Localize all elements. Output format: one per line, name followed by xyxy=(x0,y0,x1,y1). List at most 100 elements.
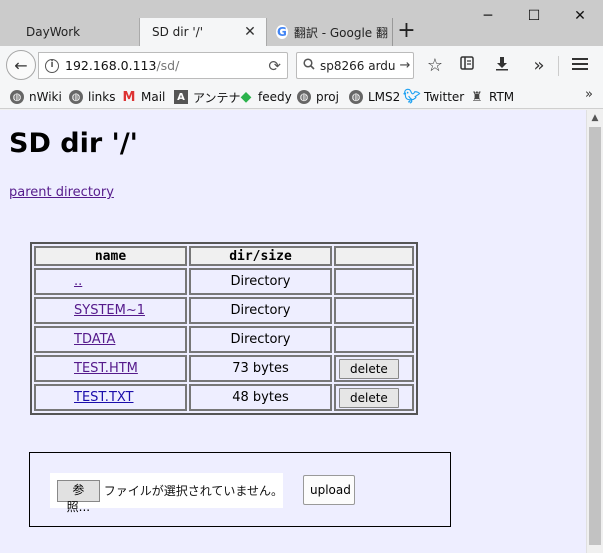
twitter-icon: 🐦︎ xyxy=(403,89,421,105)
star-icon: ☆ xyxy=(426,54,444,76)
size-cell: 73 bytes xyxy=(189,355,332,382)
vertical-scrollbar[interactable]: ▲ xyxy=(586,110,603,553)
navigation-toolbar: ← i 192.168.0.113/sd/ ⟳ sp8266 ardu → ☆ … xyxy=(0,46,603,84)
library-icon xyxy=(459,55,475,76)
delete-button[interactable]: delete xyxy=(339,358,399,379)
file-input[interactable]: 参照... ファイルが選択されていません。 xyxy=(50,473,283,514)
size-cell: Directory xyxy=(189,297,332,324)
antenna-icon: A xyxy=(174,90,188,104)
bookmark-antenna[interactable]: A アンテナ xyxy=(174,88,241,106)
tab-strip: DayWork SD dir '/' ✕ G 翻訳 - Google 翻 + ─… xyxy=(0,0,603,46)
more-bookmarks-icon[interactable]: » xyxy=(585,87,593,102)
parent-directory-link[interactable]: parent directory xyxy=(9,185,114,200)
table-row: SYSTEM~1 Directory xyxy=(34,297,414,324)
bookmark-label: nWiki xyxy=(29,90,62,104)
hamburger-icon xyxy=(572,55,588,76)
feedly-icon: ◆ xyxy=(240,89,252,105)
bookmark-label: Mail xyxy=(141,90,166,104)
globe-icon: ◍ xyxy=(10,90,24,104)
tab-label: DayWork xyxy=(26,25,81,39)
file-listing-table: name dir/size .. Directory SYSTEM~1 Dire… xyxy=(30,242,418,415)
upload-button[interactable]: upload xyxy=(303,475,355,505)
bookmark-star-button[interactable]: ☆ xyxy=(420,50,450,80)
reload-icon[interactable]: ⟳ xyxy=(268,57,281,75)
name-cell: .. xyxy=(34,268,187,295)
bookmark-feedy[interactable]: ◆ feedy xyxy=(239,88,292,106)
browse-button[interactable]: 参照... xyxy=(57,479,100,514)
url-path: /sd/ xyxy=(156,58,180,73)
url-host: 192.168.0.113 xyxy=(65,58,157,73)
toolbar-separator xyxy=(558,56,559,76)
bookmark-label: proj xyxy=(316,90,339,104)
maximize-window-button[interactable]: ☐ xyxy=(511,0,557,32)
globe-icon: ◍ xyxy=(297,90,311,104)
tab-google-translate[interactable]: G 翻訳 - Google 翻 xyxy=(268,18,388,46)
name-cell: SYSTEM~1 xyxy=(34,297,187,324)
bookmarks-toolbar: ◍ nWiki ◍ links M Mail A アンテナ ◆ feedy ◍ … xyxy=(0,84,603,109)
file-link[interactable]: TEST.HTM xyxy=(74,361,138,376)
file-link[interactable]: TDATA xyxy=(74,332,115,347)
scroll-up-icon[interactable]: ▲ xyxy=(587,110,603,127)
gmail-icon: M xyxy=(122,89,136,105)
size-cell: Directory xyxy=(189,268,332,295)
download-arrow-icon xyxy=(494,55,510,76)
bookmark-label: feedy xyxy=(258,90,292,104)
file-link[interactable]: TEST.TXT xyxy=(74,390,134,405)
name-cell: TEST.TXT xyxy=(34,384,187,411)
bookmark-label: アンテナ xyxy=(193,90,241,105)
delete-button[interactable]: delete xyxy=(339,387,399,408)
globe-icon: ◍ xyxy=(69,90,83,104)
close-tab-icon[interactable]: ✕ xyxy=(242,24,258,40)
overflow-menu-button[interactable]: » xyxy=(524,50,554,80)
bookmark-label: Twitter xyxy=(424,90,465,104)
bookmark-rtm[interactable]: ♜ RTM xyxy=(470,88,514,106)
column-header-name: name xyxy=(34,246,187,266)
table-row: TEST.HTM 73 bytes delete xyxy=(34,355,414,382)
info-icon[interactable]: i xyxy=(45,58,59,73)
tab-label: 翻訳 - Google 翻 xyxy=(293,25,388,40)
minimize-window-button[interactable]: ─ xyxy=(465,0,511,32)
hamburger-menu-button[interactable] xyxy=(565,50,595,80)
scrollbar-thumb[interactable] xyxy=(589,127,601,545)
column-header-action xyxy=(334,246,414,266)
back-button[interactable]: ← xyxy=(6,50,36,80)
bookmark-label: RTM xyxy=(489,90,515,104)
bookmark-label: links xyxy=(88,90,116,104)
size-cell: 48 bytes xyxy=(189,384,332,411)
no-file-selected-text: ファイルが選択されていません。 xyxy=(103,484,283,498)
bookmark-twitter[interactable]: 🐦︎ Twitter xyxy=(403,88,465,106)
file-link[interactable]: SYSTEM~1 xyxy=(74,303,145,318)
globe-icon: ◍ xyxy=(349,90,363,104)
close-window-button[interactable]: ✕ xyxy=(557,0,603,32)
search-input[interactable]: sp8266 ardu xyxy=(320,59,397,73)
bookmark-lms2[interactable]: ◍ LMS2 xyxy=(349,88,400,106)
action-cell: delete xyxy=(334,384,414,411)
table-row: TDATA Directory xyxy=(34,326,414,353)
bookmark-label: LMS2 xyxy=(368,90,401,104)
library-button[interactable] xyxy=(452,50,482,80)
size-cell: Directory xyxy=(189,326,332,353)
action-cell xyxy=(334,268,414,295)
google-icon: G xyxy=(276,25,288,39)
action-cell: delete xyxy=(334,355,414,382)
double-chevron-icon: » xyxy=(533,54,545,76)
tab-sd-dir[interactable]: SD dir '/' ✕ xyxy=(139,18,267,46)
name-cell: TEST.HTM xyxy=(34,355,187,382)
column-header-size: dir/size xyxy=(189,246,332,266)
table-header-row: name dir/size xyxy=(34,246,414,266)
action-cell xyxy=(334,326,414,353)
tab-daywork[interactable]: DayWork xyxy=(14,18,138,46)
bookmark-proj[interactable]: ◍ proj xyxy=(297,88,339,106)
search-icon xyxy=(303,57,315,74)
file-link[interactable]: .. xyxy=(74,274,82,289)
downloads-button[interactable] xyxy=(487,50,517,80)
bookmark-nwiki[interactable]: ◍ nWiki xyxy=(10,88,62,106)
bookmark-links[interactable]: ◍ links xyxy=(69,88,115,106)
new-tab-button[interactable]: + xyxy=(392,18,420,46)
address-bar[interactable]: i 192.168.0.113/sd/ ⟳ xyxy=(38,52,288,79)
arrow-right-icon[interactable]: → xyxy=(397,58,413,73)
tab-label: SD dir '/' xyxy=(152,25,204,39)
arrow-left-icon: ← xyxy=(14,55,28,75)
search-bar[interactable]: sp8266 ardu → xyxy=(296,52,414,79)
bookmark-mail[interactable]: M Mail xyxy=(122,88,166,106)
